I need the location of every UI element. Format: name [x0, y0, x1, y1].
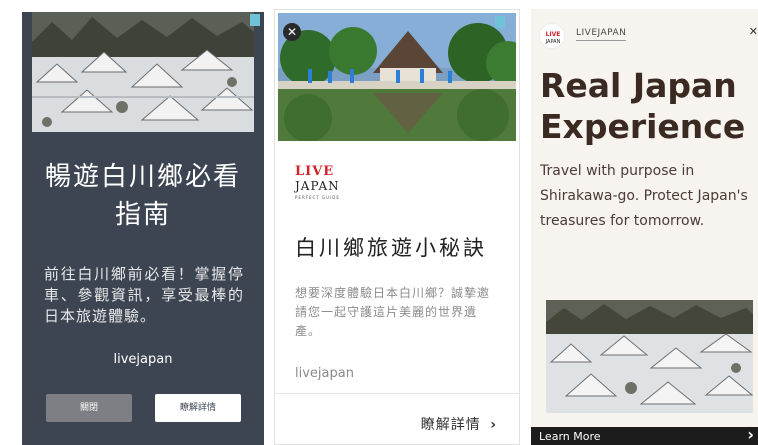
ad-card-dark[interactable]: 暢遊白川鄉必看 指南 前往白川鄉前必看！掌握停車、參觀資訊，享受最棒的日本旅遊體… [22, 12, 264, 445]
ad-description: 想要深度體驗日本白川鄉？誠摯邀請您一起守護這片美麗的世界遺產。 [295, 286, 491, 338]
ad-card-english[interactable]: LIVE JAPAN LIVEJAPAN ✕ Real Japan Experi… [531, 9, 758, 445]
live-japan-logo-icon: LIVE JAPAN [539, 23, 565, 49]
svg-text:JAPAN: JAPAN [545, 39, 561, 45]
adchoices-icon[interactable] [495, 16, 505, 28]
village-pond-photo [278, 13, 516, 141]
ad-title: 暢遊白川鄉必看 指南 [22, 158, 264, 234]
ad-body-text: Travel with purpose in Shirakawa-go. Pro… [540, 163, 748, 229]
snow-village-photo [546, 300, 753, 413]
close-icon[interactable]: ✕ [749, 25, 758, 38]
logo-line: JAPAN [295, 179, 340, 193]
ad-description: 前往白川鄉前必看！掌握停車、參觀資訊，享受最棒的日本旅遊體驗。 [44, 265, 244, 325]
close-icon[interactable]: ✕ [283, 23, 301, 41]
ad-title-line: 暢遊白川鄉必看 [44, 162, 241, 192]
ad-title-line: 指南 [114, 200, 171, 230]
snow-village-photo [32, 12, 254, 132]
learn-more-label: 瞭解詳情 [420, 417, 481, 433]
ad-card-white[interactable]: ✕ LIVE JAPAN PERFECT GUIDE 白川鄉旅遊小秘訣 想要深度… [274, 9, 520, 445]
brand-name: LIVEJAPAN [576, 28, 627, 41]
ad-headline: Real Japan Experience [540, 66, 746, 146]
svg-text:LIVE: LIVE [546, 31, 561, 38]
adchoices-icon[interactable] [250, 14, 260, 26]
divider [275, 393, 519, 394]
logo-tagline: PERFECT GUIDE [295, 195, 340, 200]
learn-more-button[interactable]: 瞭解詳情 [155, 394, 241, 422]
live-japan-logo: LIVE JAPAN PERFECT GUIDE [295, 164, 355, 212]
logo-line: LIVE [295, 164, 335, 179]
chevron-right-icon[interactable]: › [747, 425, 754, 444]
close-button[interactable]: 關閉 [46, 394, 132, 422]
learn-more-label[interactable]: Learn More [539, 430, 601, 443]
ad-brand: livejapan [113, 352, 173, 367]
chevron-right-icon: › [490, 417, 497, 433]
ad-brand: livejapan [295, 366, 354, 381]
learn-more-link[interactable]: 瞭解詳情 › [421, 414, 497, 434]
ad-title: 白川鄉旅遊小秘訣 [295, 236, 487, 260]
